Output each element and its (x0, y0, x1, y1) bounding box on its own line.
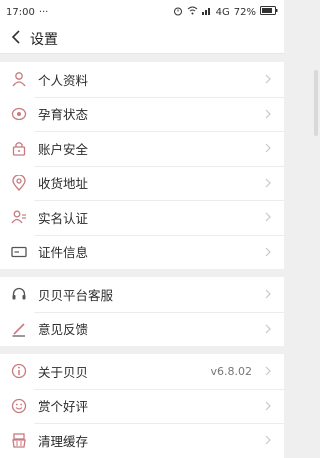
smile-icon (10, 397, 28, 415)
pregnancy-icon (10, 105, 28, 123)
settings-item-verification[interactable]: 实名认证 (0, 200, 284, 235)
chevron-right-icon (260, 324, 276, 334)
version-value: v6.8.02 (210, 364, 253, 378)
settings-group-support: 贝贝平台客服 意见反馈 (0, 277, 284, 346)
settings-item-about[interactable]: 关于贝贝 v6.8.02 (0, 354, 284, 389)
pen-icon (10, 320, 28, 338)
location-icon (10, 174, 28, 192)
chevron-right-icon (260, 366, 276, 376)
settings-item-label: 贝贝平台客服 (38, 287, 114, 303)
settings-item-label: 实名认证 (38, 210, 89, 226)
settings-item-label: 关于贝贝 (38, 364, 89, 380)
settings-item-feedback[interactable]: 意见反馈 (0, 311, 284, 347)
settings-item-label: 收货地址 (38, 176, 89, 192)
chevron-right-icon (260, 247, 276, 257)
nav-bar: 设置 (0, 24, 284, 54)
wifi-icon (187, 6, 198, 18)
settings-item-label: 个人资料 (38, 72, 89, 88)
status-dots: ··· (38, 6, 49, 18)
settings-item-rate[interactable]: 赏个好评 (0, 388, 284, 424)
settings-item-label: 孕育状态 (38, 107, 89, 123)
lock-icon (10, 139, 28, 157)
chevron-right-icon (260, 401, 276, 411)
settings-item-label: 赏个好评 (38, 399, 89, 415)
battery-icon (260, 6, 278, 18)
status-time: 17:00 (6, 6, 35, 18)
settings-item-profile[interactable]: 个人资料 (0, 62, 284, 97)
settings-item-label: 意见反馈 (38, 322, 89, 338)
signal-icon (201, 6, 212, 18)
broom-icon (10, 431, 28, 449)
headset-icon (10, 285, 28, 303)
alarm-icon (173, 6, 183, 19)
scrollbar[interactable] (314, 70, 318, 136)
settings-item-documents[interactable]: 证件信息 (0, 234, 284, 270)
chevron-right-icon (260, 435, 276, 445)
page-title: 设置 (30, 31, 58, 48)
id-verify-icon (10, 208, 28, 226)
settings-item-clear-cache[interactable]: 清理缓存 (0, 423, 284, 458)
chevron-right-icon (260, 289, 276, 299)
chevron-right-icon (260, 178, 276, 188)
settings-item-label: 清理缓存 (38, 433, 89, 449)
settings-item-address[interactable]: 收货地址 (0, 165, 284, 201)
settings-item-security[interactable]: 账户安全 (0, 131, 284, 166)
settings-item-customer-service[interactable]: 贝贝平台客服 (0, 277, 284, 312)
chevron-right-icon (260, 109, 276, 119)
settings-group-about: 关于贝贝 v6.8.02 赏个好评 清理缓存 (0, 354, 284, 458)
chevron-right-icon (260, 212, 276, 222)
status-bar: 17:00 ··· 4G 72% (0, 0, 284, 24)
chevron-right-icon (260, 74, 276, 84)
network-label: 4G (215, 6, 230, 18)
info-icon (10, 362, 28, 380)
card-icon (10, 243, 28, 261)
settings-item-label: 账户安全 (38, 141, 89, 157)
back-icon[interactable] (10, 29, 22, 49)
chevron-right-icon (260, 143, 276, 153)
battery-label: 72% (233, 6, 256, 18)
settings-group-account: 个人资料 孕育状态 账户安全 收货地址 实名认证 证件信息 (0, 62, 284, 269)
settings-item-pregnancy[interactable]: 孕育状态 (0, 96, 284, 132)
person-icon (10, 70, 28, 88)
settings-item-label: 证件信息 (38, 245, 89, 261)
